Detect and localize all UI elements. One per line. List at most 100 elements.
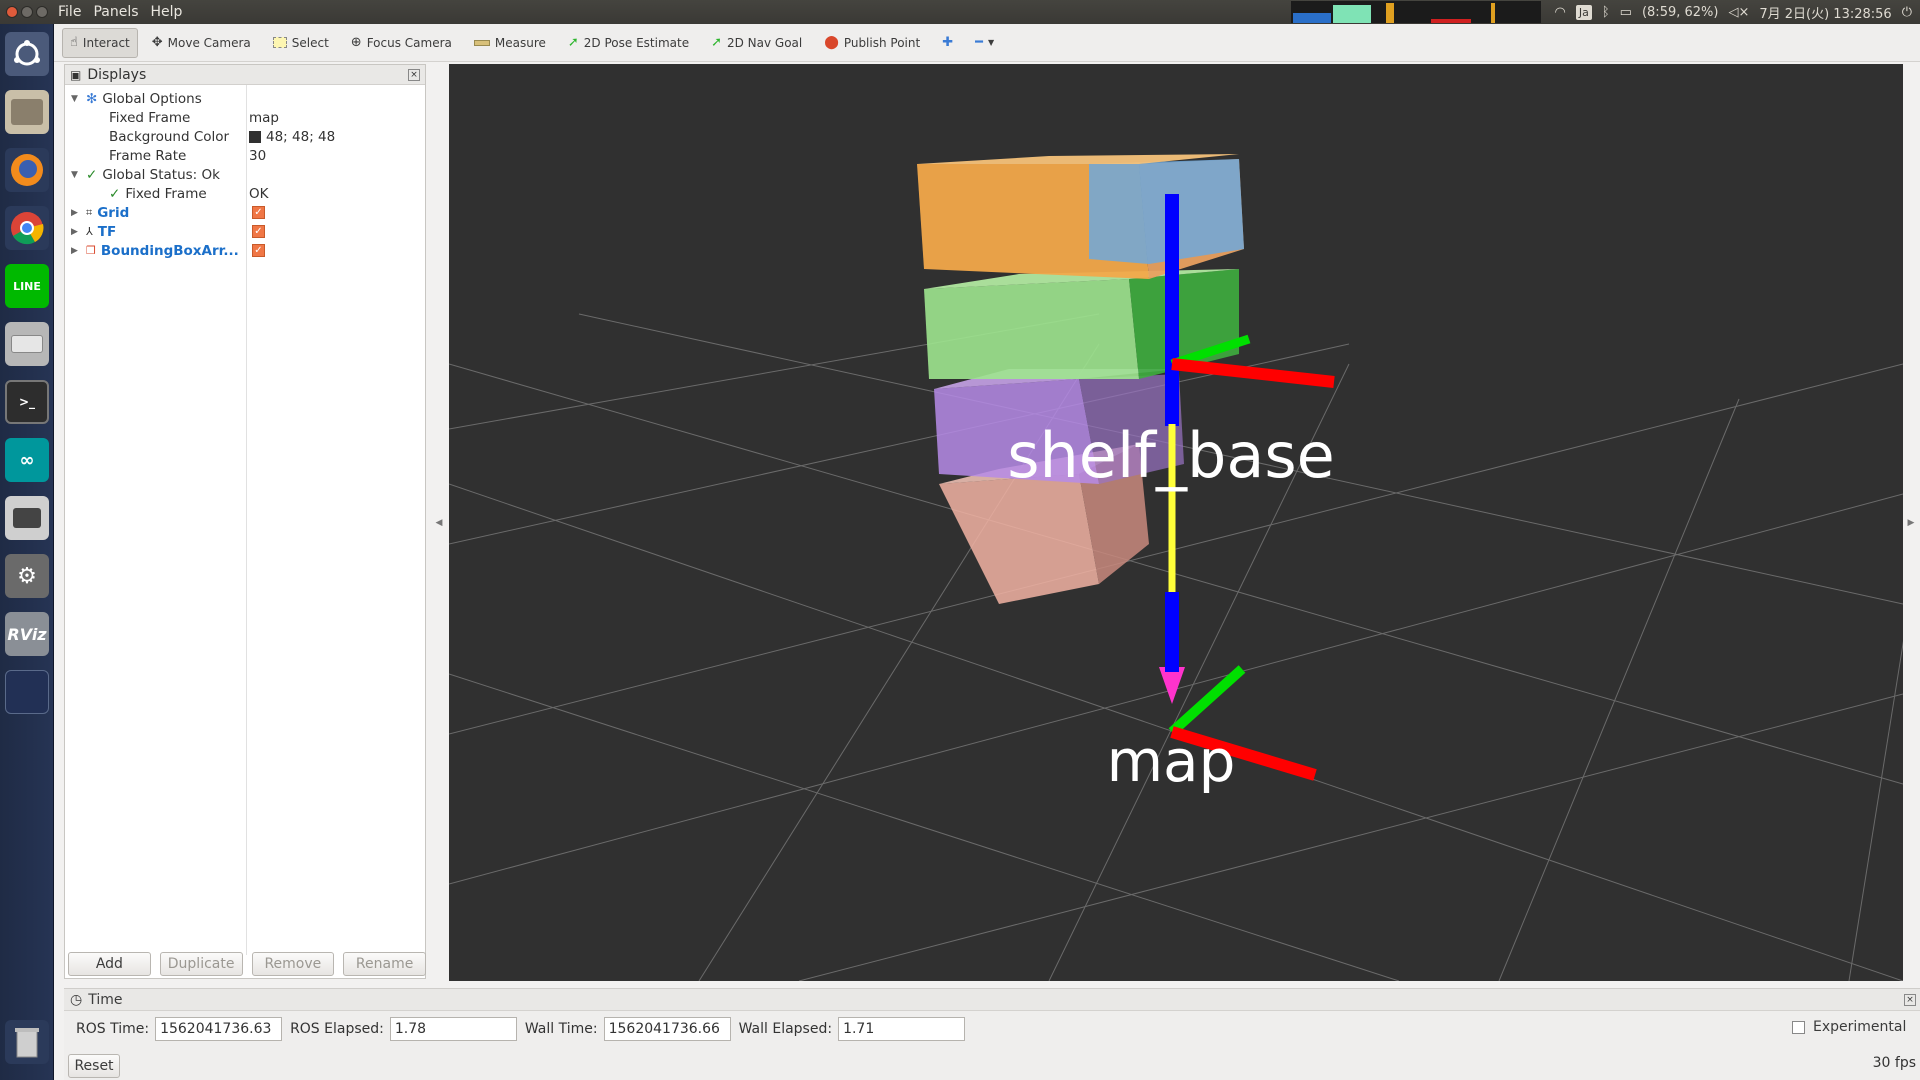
wall-elapsed-field[interactable]: 1.71 xyxy=(838,1017,966,1041)
interact-tool[interactable]: ☝ Interact xyxy=(62,27,138,58)
bluetooth-icon[interactable]: ᛒ xyxy=(1602,5,1610,20)
tree-row-background-color[interactable]: Background Color 48; 48; 48 xyxy=(65,127,425,146)
tree-row-grid[interactable]: ▶ ⌗ Grid ✓ xyxy=(65,203,425,222)
collapse-arrow-icon[interactable]: ▶ xyxy=(71,208,81,218)
focus-camera-tool[interactable]: ⊕ Focus Camera xyxy=(343,28,460,58)
tree-row-global-options[interactable]: ▼ ✻ Global Options xyxy=(65,89,425,108)
ros-elapsed-field[interactable]: 1.78 xyxy=(389,1017,517,1041)
nav-goal-label: 2D Nav Goal xyxy=(726,35,803,50)
ime-indicator[interactable]: Ja xyxy=(1575,4,1592,20)
add-tool-button[interactable]: ✚ xyxy=(934,28,961,58)
right-splitter-handle[interactable]: ▶ xyxy=(1904,64,1918,981)
remove-tool-button[interactable]: ━ ▼ xyxy=(967,28,1002,58)
wifi-icon[interactable]: ◠ xyxy=(1555,5,1566,20)
workspace-icon[interactable] xyxy=(5,670,49,714)
reset-button[interactable]: Reset xyxy=(68,1054,120,1078)
rviz-icon[interactable]: RViz xyxy=(5,612,49,656)
nav-goal-arrow-icon: ➚ xyxy=(711,35,722,50)
move-camera-tool[interactable]: ✥ Move Camera xyxy=(144,28,259,58)
remove-button[interactable]: Remove xyxy=(251,952,335,976)
frame-rate-label: Frame Rate xyxy=(109,147,187,164)
wall-time-field[interactable]: 1562041736.66 xyxy=(603,1017,731,1041)
expand-arrow-icon[interactable]: ▼ xyxy=(71,94,81,104)
tree-row-status-fixed-frame[interactable]: ✓ Fixed Frame OK xyxy=(65,184,425,203)
arduino-icon[interactable]: ∞ xyxy=(5,438,49,482)
tf-enabled-checkbox[interactable]: ✓ xyxy=(252,225,265,238)
expand-arrow-icon[interactable]: ▼ xyxy=(71,170,81,180)
system-tray: ◠ Ja ᛒ ▭ (8:59, 62%) ◁× 7月 2日(火) 13:28:5… xyxy=(1290,0,1912,24)
dropdown-arrow-icon: ▼ xyxy=(987,38,995,47)
measure-tool[interactable]: Measure xyxy=(466,28,554,58)
collapse-arrow-icon[interactable]: ▶ xyxy=(71,227,81,237)
menu-panels[interactable]: Panels xyxy=(93,4,138,20)
displays-buttons: Add Duplicate Remove Rename xyxy=(64,952,426,980)
tree-row-fixed-frame[interactable]: Fixed Frame map xyxy=(65,108,425,127)
close-time-panel-button[interactable]: × xyxy=(1904,993,1916,1006)
close-window-button[interactable] xyxy=(6,6,18,18)
grid-enabled-checkbox[interactable]: ✓ xyxy=(252,206,265,219)
top-menubar: File Panels Help ◠ Ja ᛒ ▭ (8:59, 62%) ◁×… xyxy=(0,0,1920,24)
publish-point-label: Publish Point xyxy=(843,35,921,50)
move-camera-label: Move Camera xyxy=(167,35,251,50)
line-icon[interactable]: LINE xyxy=(5,264,49,308)
nav-goal-tool[interactable]: ➚ 2D Nav Goal xyxy=(703,28,810,58)
tree-row-tf[interactable]: ▶ ⅄ TF ✓ xyxy=(65,222,425,241)
displays-title: Displays xyxy=(87,66,147,83)
rename-button[interactable]: Rename xyxy=(343,952,426,976)
ubuntu-icon[interactable] xyxy=(5,32,49,76)
close-panel-button[interactable]: × xyxy=(408,68,420,81)
time-panel: ◷ Time × ROS Time: 1562041736.63 ROS Ela… xyxy=(64,988,1920,1080)
pose-estimate-label: 2D Pose Estimate xyxy=(583,35,690,50)
terminal-icon[interactable]: >_ xyxy=(5,380,49,424)
frame-rate-value[interactable]: 30 xyxy=(249,148,266,164)
plus-icon: ✚ xyxy=(942,35,954,50)
clock-icon: ◷ xyxy=(70,991,83,1008)
experimental-checkbox[interactable] xyxy=(1792,1020,1805,1034)
power-icon[interactable]: ⏻ xyxy=(1902,5,1912,20)
add-button[interactable]: Add xyxy=(68,952,151,976)
volume-icon[interactable]: ◁× xyxy=(1728,5,1749,20)
camera-icon[interactable] xyxy=(5,496,49,540)
select-tool[interactable]: Select xyxy=(265,28,337,58)
bounding-box-enabled-checkbox[interactable]: ✓ xyxy=(252,244,265,257)
firefox-icon[interactable] xyxy=(5,148,49,192)
color-swatch[interactable] xyxy=(249,130,261,143)
experimental-option[interactable]: Experimental xyxy=(1792,1019,1906,1035)
measure-label: Measure xyxy=(494,35,546,50)
files-icon[interactable] xyxy=(5,90,49,134)
battery-icon[interactable]: ▭ xyxy=(1620,5,1632,20)
line-label: LINE xyxy=(13,279,41,293)
menu-help[interactable]: Help xyxy=(151,4,183,20)
trash-icon[interactable] xyxy=(5,1020,49,1064)
tf-label: TF xyxy=(97,223,117,240)
minimize-window-button[interactable] xyxy=(21,6,33,18)
bounding-boxes xyxy=(917,154,1244,604)
publish-point-tool[interactable]: ⬤ Publish Point xyxy=(816,28,928,58)
background-color-value[interactable]: 48; 48; 48 xyxy=(266,129,335,145)
maximize-window-button[interactable] xyxy=(36,6,48,18)
global-options-label: Global Options xyxy=(102,90,202,107)
time-panel-header: ◷ Time × xyxy=(64,989,1920,1011)
clock[interactable]: 7月 2日(火) 13:28:56 xyxy=(1759,3,1891,22)
tree-row-frame-rate[interactable]: Frame Rate 30 xyxy=(65,146,425,165)
battery-text[interactable]: (8:59, 62%) xyxy=(1642,5,1719,20)
move-camera-icon: ✥ xyxy=(151,35,163,50)
collapse-arrow-icon[interactable]: ▶ xyxy=(71,246,81,256)
settings-icon[interactable]: ⚙ xyxy=(5,554,49,598)
ros-time-field[interactable]: 1562041736.63 xyxy=(155,1017,283,1041)
experimental-label: Experimental xyxy=(1813,1019,1907,1035)
disk-icon[interactable] xyxy=(5,322,49,366)
pose-estimate-tool[interactable]: ➚ 2D Pose Estimate xyxy=(560,28,697,58)
chrome-icon[interactable] xyxy=(5,206,49,250)
tree-row-global-status[interactable]: ▼ ✓ Global Status: Ok xyxy=(65,165,425,184)
tree-row-bounding-box-array[interactable]: ▶ ❒ BoundingBoxArr... ✓ xyxy=(65,241,425,260)
duplicate-button[interactable]: Duplicate xyxy=(159,952,243,976)
check-icon: ✓ xyxy=(86,166,98,183)
pose-arrow-icon: ➚ xyxy=(567,35,579,50)
background-color-label: Background Color xyxy=(109,128,230,145)
system-monitor-graph[interactable] xyxy=(1290,1,1541,23)
left-splitter-handle[interactable]: ◀ xyxy=(432,64,446,981)
menu-file[interactable]: File xyxy=(58,4,81,20)
fixed-frame-value[interactable]: map xyxy=(249,110,279,126)
render-view-3d[interactable]: shelf_base map xyxy=(449,64,1903,981)
